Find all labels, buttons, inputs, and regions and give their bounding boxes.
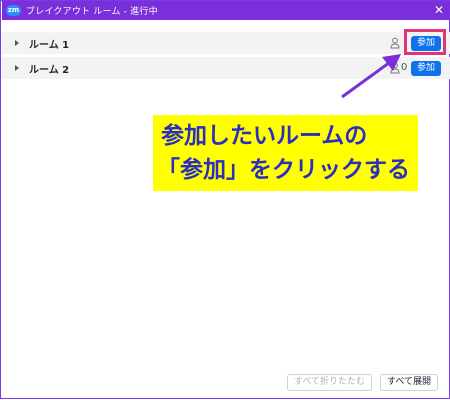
collapse-all-button[interactable]: すべて折りたたむ [287, 374, 373, 391]
instruction-callout: 参加したいルームの 「参加」をクリックする [153, 115, 418, 191]
expand-all-button[interactable]: すべて展開 [380, 374, 439, 391]
callout-line-2: 「参加」をクリックする [157, 157, 410, 183]
breakout-rooms-window: zm ブレイクアウト ルーム - 進行中 ✕ ルーム 1 参加 ルーム 2 0 … [0, 0, 450, 399]
annotation-arrow [341, 54, 401, 99]
callout-line-1: 参加したいルームの [161, 123, 368, 149]
